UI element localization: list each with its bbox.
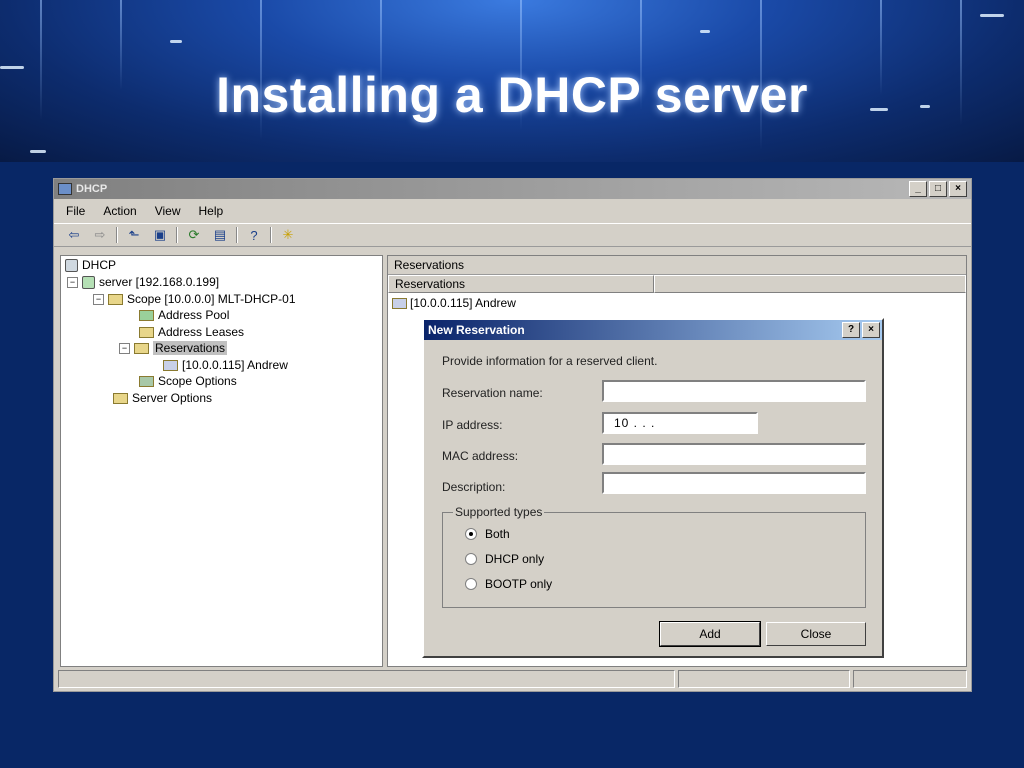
- mac-address-label: MAC address:: [442, 449, 519, 463]
- mac-address-input[interactable]: [602, 443, 866, 465]
- tree-node-scope[interactable]: − Scope [10.0.0.0] MLT-DHCP-01: [93, 292, 296, 306]
- menu-help[interactable]: Help: [199, 204, 224, 218]
- status-segment: [58, 670, 675, 688]
- status-bar: [58, 670, 967, 688]
- tree-node-server[interactable]: − server [192.168.0.199]: [67, 275, 219, 289]
- reservation-list-item[interactable]: [10.0.0.115] Andrew: [392, 296, 516, 310]
- tree-label: DHCP: [82, 258, 117, 272]
- address-leases-icon: [139, 326, 154, 338]
- radio-unselected-icon[interactable]: [465, 553, 477, 565]
- radio-label: DHCP only: [485, 552, 545, 566]
- tree-node-reservation-item[interactable]: [10.0.0.115] Andrew: [163, 358, 288, 372]
- radio-unselected-icon[interactable]: [465, 578, 477, 590]
- refresh-icon[interactable]: ⟳: [184, 226, 204, 244]
- reservation-name-input[interactable]: [602, 380, 866, 402]
- description-input[interactable]: [602, 472, 866, 494]
- slide-banner: Installing a DHCP server: [0, 0, 1024, 162]
- window-titlebar[interactable]: DHCP _ □ ×: [54, 179, 971, 199]
- light-dot: [30, 150, 46, 153]
- description-label: Description:: [442, 480, 506, 494]
- menu-action[interactable]: Action: [103, 204, 136, 218]
- status-segment: [678, 670, 850, 688]
- toolbar-separator: [176, 227, 178, 243]
- tree-node-server-options[interactable]: Server Options: [113, 391, 212, 405]
- dialog-intro: Provide information for a reserved clien…: [442, 354, 658, 368]
- supported-types-group: Supported types Both DHCP only BOOTP onl…: [442, 505, 866, 608]
- menu-file[interactable]: File: [66, 204, 85, 218]
- toolbar: ⇦ ⇨ ⬑ ▣ ⟳ ▤ ? ✳: [54, 223, 971, 247]
- collapse-icon[interactable]: −: [93, 293, 104, 305]
- add-button[interactable]: Add: [659, 621, 761, 647]
- radio-label: BOOTP only: [485, 577, 553, 591]
- collapse-icon[interactable]: −: [67, 276, 78, 288]
- light-dot: [170, 40, 182, 43]
- export-list-icon[interactable]: ▤: [210, 226, 230, 244]
- radio-dhcp-only[interactable]: DHCP only: [465, 552, 544, 566]
- column-header-row: Reservations: [388, 275, 966, 293]
- toolbar-separator: [236, 227, 238, 243]
- forward-arrow-icon[interactable]: ⇨: [90, 226, 110, 244]
- tree-label: Scope [10.0.0.0] MLT-DHCP-01: [127, 292, 296, 306]
- close-window-button[interactable]: ×: [949, 181, 967, 197]
- light-dot: [700, 30, 710, 33]
- list-item-label: [10.0.0.115] Andrew: [410, 296, 516, 310]
- address-pool-icon: [139, 309, 154, 321]
- tree-label: Reservations: [153, 341, 228, 355]
- menu-bar: File Action View Help: [54, 199, 971, 223]
- column-header-reservations[interactable]: Reservations: [388, 275, 654, 293]
- supported-types-label: Supported types: [453, 505, 545, 519]
- server-options-icon: [113, 392, 128, 404]
- tree-label: Address Pool: [158, 308, 230, 322]
- tree-node-dhcp[interactable]: DHCP: [65, 258, 116, 272]
- help-icon[interactable]: ?: [244, 226, 264, 244]
- ip-address-label: IP address:: [442, 418, 503, 432]
- details-header: Reservations: [388, 256, 966, 275]
- light-dot: [980, 14, 1004, 17]
- dhcp-icon: [65, 258, 78, 272]
- tree-node-scope-options[interactable]: Scope Options: [139, 374, 237, 388]
- reservation-name-label: Reservation name:: [442, 386, 543, 400]
- collapse-icon[interactable]: −: [119, 342, 130, 354]
- status-segment: [853, 670, 967, 688]
- show-tree-icon[interactable]: ▣: [150, 226, 170, 244]
- new-reservation-dialog: New Reservation ? × Provide information …: [422, 318, 884, 658]
- radio-selected-icon[interactable]: [465, 528, 477, 540]
- tree-label: Scope Options: [158, 374, 237, 388]
- dialog-titlebar[interactable]: New Reservation ? ×: [424, 320, 882, 340]
- toolbar-separator: [116, 227, 118, 243]
- reservation-client-icon: [392, 297, 407, 309]
- tree-node-address-pool[interactable]: Address Pool: [139, 308, 229, 322]
- radio-label: Both: [485, 527, 510, 541]
- console-tree: DHCP − server [192.168.0.199] − Scope [1…: [60, 255, 383, 667]
- reservation-client-icon: [163, 359, 178, 371]
- dhcp-app-icon: [58, 183, 72, 195]
- up-folder-icon[interactable]: ⬑: [124, 226, 144, 244]
- minimize-button[interactable]: _: [909, 181, 927, 197]
- reservations-icon: [134, 342, 149, 354]
- tree-node-address-leases[interactable]: Address Leases: [139, 325, 244, 339]
- scope-options-icon: [139, 375, 154, 387]
- tree-label: Address Leases: [158, 325, 245, 339]
- tree-label: server [192.168.0.199]: [99, 275, 220, 289]
- maximize-button[interactable]: □: [929, 181, 947, 197]
- dialog-close-button[interactable]: ×: [862, 322, 880, 338]
- back-arrow-icon[interactable]: ⇦: [64, 226, 84, 244]
- star-icon[interactable]: ✳: [278, 226, 298, 244]
- radio-bootp-only[interactable]: BOOTP only: [465, 577, 552, 591]
- tree-label: Server Options: [132, 391, 213, 405]
- slide-title: Installing a DHCP server: [216, 67, 808, 123]
- server-icon: [82, 275, 95, 289]
- tree-node-reservations[interactable]: − Reservations: [119, 341, 228, 355]
- ip-address-input[interactable]: 10 . . .: [602, 412, 758, 434]
- toolbar-separator: [270, 227, 272, 243]
- menu-view[interactable]: View: [155, 204, 181, 218]
- dialog-title: New Reservation: [428, 323, 525, 337]
- tree-label: [10.0.0.115] Andrew: [182, 358, 288, 372]
- radio-both[interactable]: Both: [465, 527, 510, 541]
- window-title: DHCP: [76, 183, 108, 195]
- help-button[interactable]: ?: [842, 322, 860, 338]
- folder-icon: [108, 293, 123, 305]
- close-button[interactable]: Close: [766, 622, 866, 646]
- column-header-empty[interactable]: [654, 275, 966, 293]
